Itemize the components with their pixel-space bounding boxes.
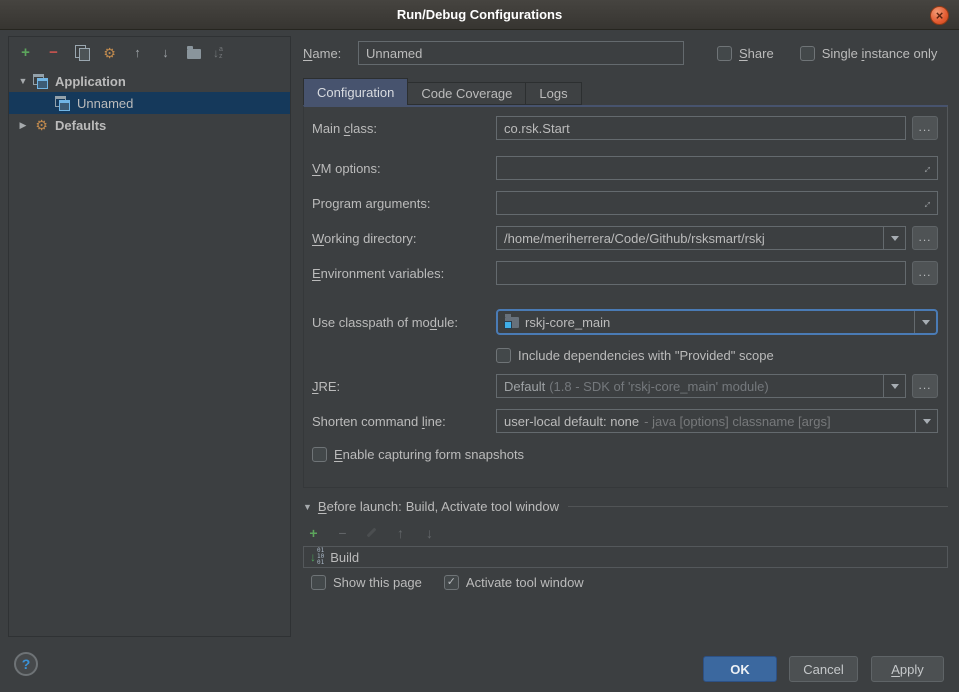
name-input[interactable]	[358, 41, 684, 65]
working-directory-browse-button[interactable]: ...	[912, 226, 938, 250]
dropdown-arrow-icon[interactable]	[883, 227, 905, 249]
chevron-right-icon[interactable]: ▶	[18, 120, 28, 131]
add-task-icon[interactable]: +	[305, 524, 322, 541]
move-down-icon[interactable]: ↓	[157, 44, 174, 61]
show-this-page-checkbox-box[interactable]	[311, 575, 326, 590]
enable-capturing-checkbox[interactable]: Enable capturing form snapshots	[312, 447, 524, 462]
before-launch-header[interactable]: ▼ Before launch: Build, Activate tool wi…	[303, 499, 948, 514]
before-launch-subtitle: Build, Activate tool window	[406, 499, 559, 514]
environment-variables-browse-button[interactable]: ...	[912, 261, 938, 285]
configuration-tab-panel: Main class: ... VM options: ↔ Program ar…	[303, 105, 948, 488]
edit-task-icon[interactable]	[363, 524, 380, 541]
enable-capturing-checkbox-box[interactable]	[312, 447, 327, 462]
activate-tool-window-label: Activate tool window	[466, 575, 584, 590]
before-launch-title: Before launch:	[318, 499, 402, 514]
defaults-wrench-icon: ⚙	[33, 117, 50, 134]
activate-tool-window-checkbox[interactable]: ✓ Activate tool window	[444, 575, 584, 590]
program-arguments-label: Program arguments:	[312, 196, 431, 211]
jre-combo[interactable]: Default (1.8 - SDK of 'rskj-core_main' m…	[496, 374, 906, 398]
main-class-label: Main class:	[312, 121, 377, 136]
include-dependencies-checkbox[interactable]: Include dependencies with "Provided" sco…	[496, 348, 774, 363]
pencil-icon	[367, 528, 377, 538]
environment-variables-input[interactable]	[496, 261, 906, 285]
remove-configuration-icon[interactable]: −	[45, 44, 62, 61]
application-icon	[55, 96, 72, 111]
vm-options-input[interactable]	[496, 156, 938, 180]
run-debug-configurations-dialog: Run/Debug Configurations × + − ⚙ ↑ ↓ ↓ a…	[0, 0, 959, 692]
build-icon: ↓ 01 10 01	[310, 548, 324, 566]
close-icon: ×	[936, 9, 944, 22]
show-this-page-label: Show this page	[333, 575, 422, 590]
include-dependencies-checkbox-box[interactable]	[496, 348, 511, 363]
move-task-down-icon[interactable]: ↓	[421, 524, 438, 541]
share-checkbox[interactable]: Share	[717, 46, 774, 61]
dropdown-arrow-icon[interactable]	[883, 375, 905, 397]
dropdown-arrow-icon[interactable]	[915, 410, 937, 432]
tree-item-application[interactable]: ▼ Application	[18, 70, 290, 92]
shorten-command-line-label: Shorten command line:	[312, 414, 446, 429]
jre-label: JRE:	[312, 379, 340, 394]
single-instance-checkbox[interactable]: Single instance only	[800, 46, 938, 61]
dialog-title: Run/Debug Configurations	[397, 7, 562, 22]
cancel-button[interactable]: Cancel	[789, 656, 858, 682]
add-configuration-icon[interactable]: +	[17, 44, 34, 61]
before-launch-task-build[interactable]: ↓ 01 10 01 Build	[303, 546, 948, 568]
program-arguments-input[interactable]	[496, 191, 938, 215]
use-classpath-combo[interactable]: rskj-core_main	[496, 309, 938, 335]
ok-button[interactable]: OK	[703, 656, 777, 682]
environment-variables-label: Environment variables:	[312, 266, 444, 281]
module-icon	[505, 317, 519, 328]
name-label: Name:	[303, 46, 358, 61]
share-checkbox-box[interactable]	[717, 46, 732, 61]
separator-line	[568, 506, 948, 507]
main-class-browse-button[interactable]: ...	[912, 116, 938, 140]
tree-item-defaults[interactable]: ▶ ⚙ Defaults	[18, 114, 290, 136]
application-icon	[33, 74, 50, 89]
tab-logs[interactable]: Logs	[525, 82, 581, 105]
use-classpath-label: Use classpath of module:	[312, 315, 458, 330]
close-button[interactable]: ×	[930, 6, 949, 25]
sort-configurations-icon[interactable]: ↓ az	[213, 46, 223, 60]
dropdown-arrow-icon[interactable]	[914, 311, 936, 333]
help-button[interactable]: ?	[14, 652, 38, 676]
title-bar: Run/Debug Configurations ×	[0, 0, 959, 30]
create-folder-icon[interactable]	[185, 44, 202, 61]
remove-task-icon[interactable]: −	[334, 524, 351, 541]
apply-button[interactable]: Apply	[871, 656, 944, 682]
include-dependencies-label: Include dependencies with "Provided" sco…	[518, 348, 774, 363]
edit-defaults-icon[interactable]: ⚙	[101, 44, 118, 61]
activate-tool-window-checkbox-box[interactable]: ✓	[444, 575, 459, 590]
copy-icon	[75, 45, 89, 60]
single-instance-label: Single instance only	[822, 46, 938, 61]
before-launch-options: Show this page ✓ Activate tool window	[311, 575, 584, 590]
tab-bar: Configuration Code Coverage Logs	[303, 78, 581, 105]
move-up-icon[interactable]: ↑	[129, 44, 146, 61]
main-class-input[interactable]	[496, 116, 906, 140]
working-directory-combo[interactable]: /home/meriherrera/Code/Github/rsksmart/r…	[496, 226, 906, 250]
sidebar-toolbar: + − ⚙ ↑ ↓ ↓ az	[9, 37, 290, 67]
tab-configuration[interactable]: Configuration	[303, 78, 408, 105]
enable-capturing-label: Enable capturing form snapshots	[334, 447, 524, 462]
tree-item-unnamed[interactable]: Unnamed	[9, 92, 290, 114]
chevron-down-icon[interactable]: ▼	[18, 76, 28, 86]
before-launch-toolbar: + − ↑ ↓	[305, 524, 438, 541]
configurations-tree: ▼ Application Unnamed ▶ ⚙ Defaults	[9, 70, 290, 136]
vm-options-label: VM options:	[312, 161, 381, 176]
shorten-command-line-combo[interactable]: user-local default: none - java [options…	[496, 409, 938, 433]
show-this-page-checkbox[interactable]: Show this page	[311, 575, 422, 590]
working-directory-label: Working directory:	[312, 231, 417, 246]
tab-code-coverage[interactable]: Code Coverage	[407, 82, 526, 105]
single-instance-checkbox-box[interactable]	[800, 46, 815, 61]
configurations-sidebar: + − ⚙ ↑ ↓ ↓ az ▼ Application Unnamed	[8, 36, 291, 637]
build-task-label: Build	[330, 550, 359, 565]
move-task-up-icon[interactable]: ↑	[392, 524, 409, 541]
help-icon: ?	[22, 656, 31, 672]
share-label: Share	[739, 46, 774, 61]
copy-configuration-icon[interactable]	[73, 44, 90, 61]
name-row: Name: Share Single instance only	[303, 40, 937, 66]
jre-browse-button[interactable]: ...	[912, 374, 938, 398]
collapse-arrow-icon[interactable]: ▼	[303, 502, 312, 512]
folder-icon	[187, 49, 201, 59]
